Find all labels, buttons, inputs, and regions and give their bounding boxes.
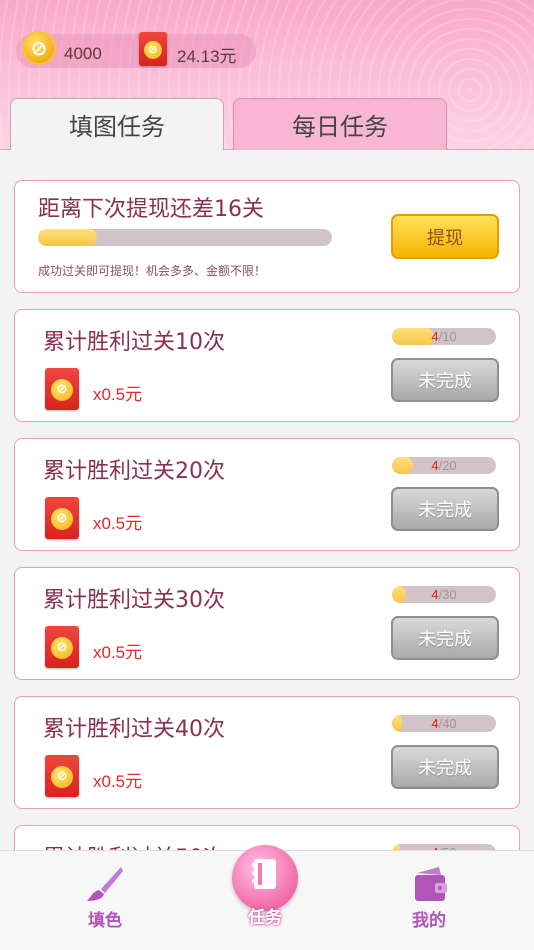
nav-tasks-bubble[interactable] xyxy=(232,845,298,911)
withdraw-title: 距离下次提现还差16关 xyxy=(38,197,264,222)
task-status-label: 未完成 xyxy=(418,371,472,392)
seal-glyph: ⊘ xyxy=(56,511,68,527)
withdraw-button[interactable]: 提现 xyxy=(391,214,499,259)
cash-balance: 24.13元 xyxy=(177,47,237,66)
task-title: 累计胜利过关20次 xyxy=(43,459,225,484)
seal-icon: ⊘ xyxy=(144,40,162,59)
task-status-label: 未完成 xyxy=(418,500,472,521)
task-status-button[interactable]: 未完成 xyxy=(391,745,499,789)
task-card: 累计胜利过关40次 ⊘ x0.5元 4/40 未完成 xyxy=(14,696,520,809)
withdraw-card: 距离下次提现还差16关 成功过关即可提现！机会多多、金额不限！ 提现 xyxy=(14,180,520,293)
task-status-label: 未完成 xyxy=(418,758,472,779)
task-progress-total: /10 xyxy=(438,329,457,344)
task-status-button[interactable]: 未完成 xyxy=(391,487,499,531)
seal-icon: ⊘ xyxy=(51,636,73,659)
wallet-icon xyxy=(415,867,447,901)
task-title: 累计胜利过关10次 xyxy=(43,330,225,355)
bottom-nav: 填色 任务 我的 xyxy=(0,845,534,950)
coin-glyph: ⊘ xyxy=(30,36,48,60)
task-reward: x0.5元 xyxy=(93,772,143,791)
withdraw-progress-bar xyxy=(38,229,332,246)
coin-icon: ⊘ xyxy=(22,31,56,65)
task-status-button[interactable]: 未完成 xyxy=(391,616,499,660)
task-progress-bar: 4/40 xyxy=(392,715,496,732)
task-progress-current: 4 xyxy=(431,716,439,731)
red-packet-icon: ⊘ xyxy=(45,626,79,668)
withdraw-note: 成功过关即可提现！机会多多、金额不限！ xyxy=(38,264,267,278)
withdraw-button-label: 提现 xyxy=(427,227,463,249)
tab-fill-tasks[interactable]: 填图任务 xyxy=(10,98,224,150)
task-status-button[interactable]: 未完成 xyxy=(391,358,499,402)
task-progress-current: 4 xyxy=(431,329,439,344)
seal-icon: ⊘ xyxy=(51,765,73,788)
task-reward: x0.5元 xyxy=(93,514,143,533)
seal-glyph: ⊘ xyxy=(56,769,68,785)
task-progress-text: 4/10 xyxy=(392,328,496,345)
task-card: 累计胜利过关30次 ⊘ x0.5元 4/30 未完成 xyxy=(14,567,520,680)
notebook-icon xyxy=(252,859,276,889)
task-progress-current: 4 xyxy=(431,458,439,473)
task-progress-total: /30 xyxy=(438,587,457,602)
seal-glyph: ⊘ xyxy=(56,640,68,656)
task-card: 累计胜利过关10次 ⊘ x0.5元 4/10 未完成 xyxy=(14,309,520,422)
red-packet-icon: ⊘ xyxy=(45,497,79,539)
seal-glyph: ⊘ xyxy=(56,382,68,398)
task-status-label: 未完成 xyxy=(418,629,472,650)
nav-tasks-label[interactable]: 任务 xyxy=(240,903,290,928)
seal-icon: ⊘ xyxy=(51,378,73,401)
task-progress-text: 4/20 xyxy=(392,457,496,474)
task-title: 累计胜利过关40次 xyxy=(43,717,225,742)
tab-daily-tasks[interactable]: 每日任务 xyxy=(233,98,447,150)
red-packet-icon: ⊘ xyxy=(45,368,79,410)
task-progress-text: 4/40 xyxy=(392,715,496,732)
tab-fill-tasks-label: 填图任务 xyxy=(69,113,165,141)
red-packet-icon: ⊘ xyxy=(45,755,79,797)
nav-fill-label: 填色 xyxy=(88,911,122,931)
pill-divider xyxy=(132,40,133,66)
task-progress-bar: 4/10 xyxy=(392,328,496,345)
task-progress-bar: 4/20 xyxy=(392,457,496,474)
red-packet-icon: ⊘ xyxy=(139,32,167,66)
task-progress-bar: 4/30 xyxy=(392,586,496,603)
task-progress-total: /20 xyxy=(438,458,457,473)
seal-icon: ⊘ xyxy=(51,507,73,530)
task-progress-current: 4 xyxy=(431,587,439,602)
task-reward: x0.5元 xyxy=(93,643,143,662)
seal-glyph: ⊘ xyxy=(148,43,158,57)
task-progress-text: 4/30 xyxy=(392,586,496,603)
task-title: 累计胜利过关30次 xyxy=(43,588,225,613)
nav-mine[interactable]: 我的 xyxy=(404,863,454,931)
paintbrush-icon xyxy=(87,867,123,901)
tab-daily-tasks-label: 每日任务 xyxy=(292,113,388,141)
task-progress-total: /40 xyxy=(438,716,457,731)
nav-mine-label: 我的 xyxy=(412,911,446,931)
coin-count: 4000 xyxy=(64,44,102,63)
task-card: 累计胜利过关20次 ⊘ x0.5元 4/20 未完成 xyxy=(14,438,520,551)
nav-fill[interactable]: 填色 xyxy=(80,863,130,931)
task-reward: x0.5元 xyxy=(93,385,143,404)
withdraw-progress-fill xyxy=(38,229,97,246)
